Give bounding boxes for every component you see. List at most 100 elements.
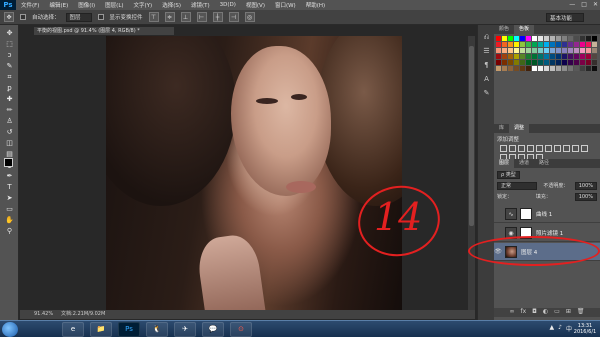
app-icon[interactable]: ⊙: [230, 322, 252, 337]
crop-tool-icon[interactable]: ⌗: [3, 73, 16, 82]
swatch[interactable]: [526, 60, 531, 65]
brush-tool-icon[interactable]: ✏: [3, 106, 16, 115]
trash-icon[interactable]: 🗑: [577, 308, 585, 317]
volume-icon[interactable]: ♪: [558, 324, 562, 333]
menu-select[interactable]: 选择(S): [157, 1, 186, 9]
curves-icon[interactable]: [518, 145, 525, 152]
swatch[interactable]: [538, 66, 543, 71]
align-bottom-icon[interactable]: ⊥: [180, 12, 191, 22]
swatch[interactable]: [574, 60, 579, 65]
swatch[interactable]: [580, 42, 585, 47]
swatch[interactable]: [496, 66, 501, 71]
swatch[interactable]: [556, 66, 561, 71]
type-tool-icon[interactable]: T: [3, 183, 16, 192]
swatch[interactable]: [574, 66, 579, 71]
photo-filter-icon[interactable]: [572, 145, 579, 152]
swatch[interactable]: [550, 36, 555, 41]
swatch[interactable]: [568, 54, 573, 59]
align-right-icon[interactable]: ⊣: [228, 12, 239, 22]
swatch[interactable]: [520, 42, 525, 47]
fill-input[interactable]: 100%: [574, 193, 597, 201]
swatch[interactable]: [526, 66, 531, 71]
layer-name[interactable]: 曲线 1: [536, 210, 552, 218]
swatch[interactable]: [508, 66, 513, 71]
swatch[interactable]: [514, 42, 519, 47]
black-white-icon[interactable]: [563, 145, 570, 152]
swatch[interactable]: [556, 48, 561, 53]
eraser-tool-icon[interactable]: ◫: [3, 139, 16, 148]
swatch[interactable]: [502, 66, 507, 71]
swatch[interactable]: [532, 36, 537, 41]
swatch[interactable]: [514, 60, 519, 65]
zoom-tool-icon[interactable]: ⚲: [3, 227, 16, 236]
swatch[interactable]: [532, 60, 537, 65]
document-tab[interactable]: 平衡的视图.psd @ 91.4% (图层 4, RGB/8) *: [34, 27, 174, 35]
menu-file[interactable]: 文件(F): [16, 1, 44, 9]
opacity-input[interactable]: 100%: [574, 182, 597, 190]
swatch[interactable]: [592, 42, 597, 47]
canvas-scrollbar[interactable]: [468, 36, 475, 310]
swatch[interactable]: [574, 54, 579, 59]
show-transform-checkbox[interactable]: [97, 14, 104, 20]
swatch[interactable]: [496, 48, 501, 53]
swatch[interactable]: [586, 66, 591, 71]
menu-filter[interactable]: 滤镜(T): [186, 1, 215, 9]
align-left-icon[interactable]: ⊢: [196, 12, 207, 22]
auto-select-dropdown[interactable]: 图层: [65, 12, 92, 22]
close-button[interactable]: ✕: [593, 1, 598, 8]
move-tool-icon[interactable]: ✥: [3, 29, 16, 38]
swatch[interactable]: [568, 60, 573, 65]
swatch[interactable]: [586, 54, 591, 59]
swatch[interactable]: [520, 48, 525, 53]
swatch[interactable]: [514, 66, 519, 71]
swatch[interactable]: [550, 66, 555, 71]
swatch[interactable]: [592, 60, 597, 65]
pen-tool-icon[interactable]: ✒: [3, 172, 16, 181]
swatch[interactable]: [580, 48, 585, 53]
swatch[interactable]: [580, 60, 585, 65]
swatch[interactable]: [496, 60, 501, 65]
menu-window[interactable]: 窗口(W): [270, 1, 301, 9]
qq-icon[interactable]: 🐧: [146, 322, 168, 337]
swatch[interactable]: [550, 48, 555, 53]
shape-tool-icon[interactable]: ▭: [3, 205, 16, 214]
move-tool-icon[interactable]: ✥: [4, 12, 14, 22]
brush-settings-icon[interactable]: ✎: [481, 89, 492, 98]
swatch[interactable]: [544, 54, 549, 59]
levels-icon[interactable]: [509, 145, 516, 152]
explorer-icon[interactable]: 📁: [90, 322, 112, 337]
paragraph-icon[interactable]: ¶: [481, 61, 492, 70]
swatch[interactable]: [574, 48, 579, 53]
healing-brush-tool-icon[interactable]: ✚: [3, 95, 16, 104]
swatch[interactable]: [556, 54, 561, 59]
swatch[interactable]: [508, 54, 513, 59]
swatch[interactable]: [592, 48, 597, 53]
tab-channels[interactable]: 通道: [514, 159, 534, 168]
channel-mixer-icon[interactable]: [581, 145, 588, 152]
swatch[interactable]: [544, 66, 549, 71]
new-layer-icon[interactable]: ⊞: [566, 308, 571, 317]
tab-color[interactable]: 颜色: [494, 25, 514, 34]
swatch[interactable]: [544, 60, 549, 65]
swatch[interactable]: [550, 54, 555, 59]
align-top-icon[interactable]: ⊤: [148, 12, 159, 22]
ie-icon[interactable]: e: [62, 322, 84, 337]
swatch[interactable]: [574, 42, 579, 47]
swatch[interactable]: [532, 42, 537, 47]
swatch[interactable]: [550, 60, 555, 65]
properties-icon[interactable]: ☰: [481, 47, 492, 56]
swatch[interactable]: [508, 36, 513, 41]
swatch[interactable]: [538, 36, 543, 41]
swatch[interactable]: [574, 36, 579, 41]
tab-libraries[interactable]: 库: [494, 124, 509, 133]
swatch[interactable]: [562, 48, 567, 53]
lasso-tool-icon[interactable]: ↄ: [3, 51, 16, 60]
layer-style-icon[interactable]: fx: [521, 308, 527, 317]
swatch[interactable]: [544, 42, 549, 47]
clone-stamp-tool-icon[interactable]: ♙: [3, 117, 16, 126]
swatch[interactable]: [562, 42, 567, 47]
swatch[interactable]: [502, 42, 507, 47]
swatch[interactable]: [496, 36, 501, 41]
swatch[interactable]: [586, 42, 591, 47]
tab-layers[interactable]: 图层: [494, 159, 515, 168]
